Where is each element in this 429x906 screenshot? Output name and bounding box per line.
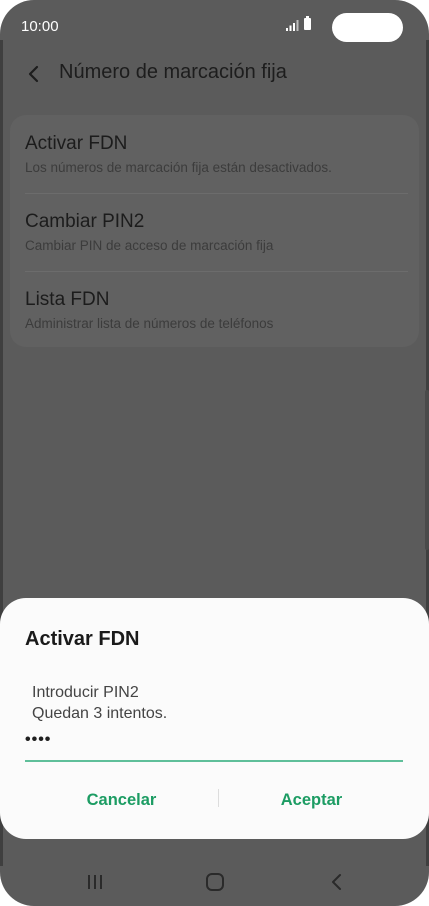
pin-input[interactable]: •••• — [25, 728, 403, 762]
app-header: Número de marcación fija — [0, 52, 429, 98]
home-icon[interactable] — [200, 870, 230, 894]
accept-button[interactable]: Aceptar — [218, 780, 405, 820]
pin-value: •••• — [25, 731, 52, 748]
dialog-title: Activar FDN — [25, 628, 140, 650]
setting-item-cambiar-pin2[interactable]: Cambiar PIN2 Cambiar PIN de acceso de ma… — [25, 193, 405, 271]
setting-item-lista-fdn[interactable]: Lista FDN Administrar lista de números d… — [25, 271, 405, 349]
side-key — [425, 390, 429, 550]
setting-item-activar-fdn[interactable]: Activar FDN Los números de marcación fij… — [25, 115, 405, 193]
phone-screen: 10:00 Número de marcación fija Activar F… — [0, 0, 429, 906]
setting-item-title: Activar FDN — [25, 133, 128, 154]
setting-item-title: Lista FDN — [25, 289, 110, 310]
page-title: Número de marcación fija — [59, 61, 287, 83]
navigation-bar — [0, 858, 429, 906]
dialog-message-line: Introducir PIN2 — [32, 684, 139, 701]
setting-item-subtitle: Cambiar PIN de acceso de marcación fija — [25, 238, 274, 253]
status-time: 10:00 — [21, 18, 59, 35]
setting-item-subtitle: Los números de marcación fija están desa… — [25, 160, 332, 175]
setting-item-subtitle: Administrar lista de números de teléfono… — [25, 316, 274, 331]
recent-apps-icon[interactable] — [80, 870, 110, 894]
dialog-message-line: Quedan 3 intentos. — [32, 705, 168, 722]
setting-item-title: Cambiar PIN2 — [25, 211, 145, 232]
camera-cutout — [332, 13, 403, 42]
cancel-button[interactable]: Cancelar — [25, 780, 218, 820]
pin-dialog: Activar FDN Introducir PIN2 Quedan 3 int… — [0, 598, 429, 839]
back-icon[interactable] — [322, 870, 352, 894]
signal-icon — [286, 20, 299, 31]
settings-card: Activar FDN Los números de marcación fij… — [10, 115, 419, 347]
dialog-message: Introducir PIN2 Quedan 3 intentos. — [32, 682, 167, 724]
status-bar: 10:00 — [0, 0, 429, 52]
back-arrow-icon[interactable] — [24, 62, 44, 86]
battery-icon — [304, 16, 311, 30]
